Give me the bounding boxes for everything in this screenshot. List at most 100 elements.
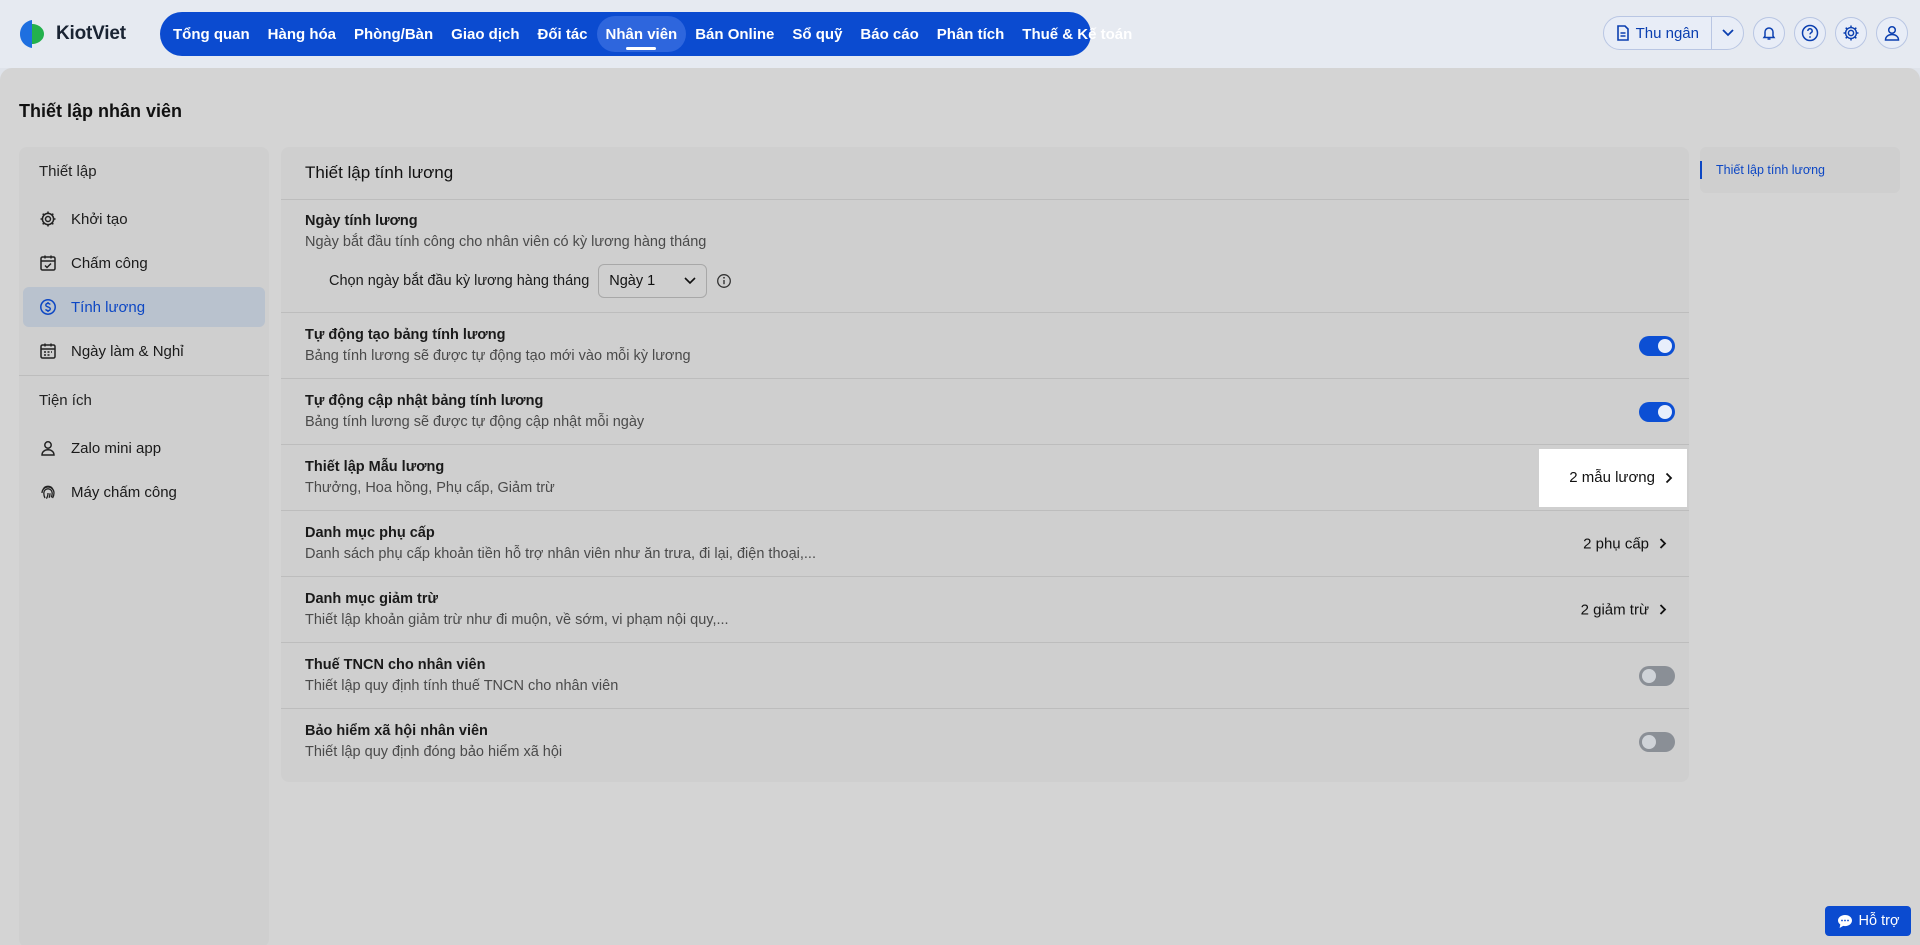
notifications-button[interactable] [1753, 17, 1785, 49]
row-title: Tự động cập nhật bảng tính lương [305, 393, 544, 409]
row-desc: Thưởng, Hoa hồng, Phụ cấp, Giảm trừ [305, 480, 555, 496]
auto-create-toggle[interactable] [1639, 335, 1675, 356]
cashier-button[interactable]: Thu ngân [1604, 17, 1711, 49]
page-title: Thiết lập nhân viên [19, 101, 183, 121]
row-desc: Thiết lập quy định tính thuế TNCN cho nh… [305, 678, 619, 694]
pay-date-select[interactable]: Ngày 1 [598, 264, 708, 298]
select-value: Ngày 1 [609, 273, 656, 289]
sidebar-item-label: Máy chấm công [71, 483, 177, 501]
info-icon[interactable] [716, 273, 732, 289]
row-desc: Ngày bắt đầu tính công cho nhân viên có … [305, 234, 707, 250]
nav-item-phong-ban[interactable]: Phòng/Bàn [345, 16, 442, 52]
social-insurance-toggle[interactable] [1639, 732, 1675, 752]
settings-row-ngay-tinh-luong: Ngày tính lương Ngày bắt đầu tính công c… [281, 200, 1689, 313]
settings-row-income-tax: Thuế TNCN cho nhân viên Thiết lập quy đị… [281, 643, 1689, 709]
cashier-label: Thu ngân [1635, 24, 1699, 42]
settings-row-auto-update: Tự động cập nhật bảng tính lương Bảng tí… [281, 379, 1689, 445]
sidebar-item-label: Tính lương [71, 298, 146, 316]
support-button[interactable]: Hỗ trợ [1825, 906, 1911, 936]
row-desc: Danh sách phụ cấp khoản tiền hỗ trợ nhân… [305, 546, 816, 562]
chevron-right-icon [1659, 538, 1667, 550]
nav-item-thue-ke-toan[interactable]: Thuế & Kế toán [1013, 16, 1141, 52]
row-title: Thiết lập Mẫu lương [305, 459, 445, 475]
row-control [1639, 732, 1675, 752]
help-button[interactable] [1794, 17, 1826, 49]
row-title: Thuế TNCN cho nhân viên [305, 657, 486, 673]
link-label: 2 mẫu lương [1569, 469, 1655, 486]
cashier-dropdown-button[interactable] [1711, 17, 1743, 49]
row-title: Ngày tính lương [305, 213, 418, 229]
sidebar-section-thiet-lap: Thiết lập [39, 162, 97, 180]
nav-item-tong-quan[interactable]: Tổng quan [164, 16, 259, 52]
logo-text: KiotViet [56, 23, 126, 44]
document-icon [1616, 25, 1630, 41]
sidebar-item-label: Ngày làm & Nghỉ [71, 342, 184, 360]
nav-item-phan-tich[interactable]: Phân tích [928, 16, 1014, 52]
header-tools: Thu ngân [1602, 16, 1908, 50]
person-icon [39, 439, 57, 457]
row-title: Bảo hiểm xã hội nhân viên [305, 723, 488, 739]
allowances-link[interactable]: 2 phụ cấp [1575, 535, 1675, 552]
sidebar-section-tien-ich: Tiện ích [39, 391, 92, 409]
row-control [1639, 665, 1675, 686]
link-label: 2 giảm trừ [1580, 601, 1649, 618]
row-desc: Bảng tính lương sẽ được tự động cập nhật… [305, 414, 645, 430]
bell-icon [1761, 25, 1777, 41]
top-bar: KiotViet Tổng quan Hàng hóa Phòng/Bàn Gi… [0, 0, 1920, 68]
nav-item-hang-hoa[interactable]: Hàng hóa [259, 16, 345, 52]
settings-row-allowances: Danh mục phụ cấp Danh sách phụ cấp khoản… [281, 511, 1689, 577]
sidebar-item-tinh-luong[interactable]: Tính lương [23, 287, 265, 327]
payroll-settings-panel: Thiết lập tính lương Ngày tính lương Ngà… [281, 147, 1689, 782]
income-tax-toggle[interactable] [1639, 665, 1675, 686]
nav-item-doi-tac[interactable]: Đối tác [529, 16, 597, 52]
row-title: Tự động tạo bảng tính lương [305, 327, 506, 343]
row-desc: Thiết lập khoản giảm trừ như đi muộn, về… [305, 612, 729, 628]
settings-sidebar: Thiết lập Khởi tạo Chấm công Tính lương … [19, 147, 269, 945]
deductions-link[interactable]: 2 giảm trừ [1573, 601, 1675, 618]
row-desc: Thiết lập quy định đóng bảo hiểm xã hội [305, 744, 563, 760]
sidebar-item-label: Khởi tạo [71, 210, 128, 228]
anchor-thiet-lap-tinh-luong[interactable]: Thiết lập tính lương [1700, 161, 1825, 179]
support-label: Hỗ trợ [1858, 913, 1900, 929]
salary-templates-link[interactable]: 2 mẫu lương [1539, 448, 1687, 507]
row-title: Danh mục giảm trừ [305, 591, 438, 607]
section-anchor-nav: Thiết lập tính lương [1700, 147, 1900, 193]
help-icon [1801, 24, 1819, 42]
settings-button[interactable] [1835, 17, 1867, 49]
select-label: Chọn ngày bắt đầu kỳ lương hàng tháng [329, 273, 590, 289]
fingerprint-icon [39, 483, 57, 501]
settings-row-auto-create: Tự động tạo bảng tính lương Bảng tính lư… [281, 313, 1689, 379]
kiotviet-logo-icon [16, 18, 48, 50]
chat-icon [1837, 914, 1853, 929]
link-label: 2 phụ cấp [1583, 535, 1649, 552]
chevron-down-icon [1721, 29, 1734, 37]
nav-item-so-quy[interactable]: Sổ quỹ [783, 16, 851, 52]
sidebar-item-may-cham-cong[interactable]: Máy chấm công [23, 472, 265, 512]
chevron-right-icon [1665, 472, 1673, 484]
row-desc: Bảng tính lương sẽ được tự động tạo mới … [305, 348, 691, 364]
nav-item-bao-cao[interactable]: Báo cáo [851, 16, 927, 52]
gear-icon [1842, 24, 1860, 42]
sidebar-item-zalo-mini-app[interactable]: Zalo mini app [23, 428, 265, 468]
account-button[interactable] [1876, 17, 1908, 49]
calendar-check-icon [39, 254, 57, 272]
settings-row-deductions: Danh mục giảm trừ Thiết lập khoản giảm t… [281, 577, 1689, 643]
logo[interactable]: KiotViet [16, 18, 126, 50]
settings-row-social-insurance: Bảo hiểm xã hội nhân viên Thiết lập quy … [281, 709, 1689, 775]
gear-icon [39, 210, 57, 228]
sidebar-item-khoi-tao[interactable]: Khởi tạo [23, 199, 265, 239]
auto-update-toggle[interactable] [1639, 401, 1675, 422]
nav-item-giao-dich[interactable]: Giao dịch [442, 16, 528, 52]
sidebar-item-label: Chấm công [71, 254, 148, 272]
row-control [1639, 401, 1675, 422]
nav-item-nhan-vien[interactable]: Nhân viên [596, 16, 687, 52]
sidebar-item-label: Zalo mini app [71, 439, 162, 457]
sidebar-item-ngay-lam-nghi[interactable]: Ngày làm & Nghỉ [23, 331, 265, 371]
sidebar-item-cham-cong[interactable]: Chấm công [23, 243, 265, 283]
user-icon [1883, 24, 1901, 42]
main-nav: Tổng quan Hàng hóa Phòng/Bàn Giao dịch Đ… [160, 12, 1132, 56]
calendar-icon [39, 342, 57, 360]
nav-item-ban-online[interactable]: Bán Online [686, 16, 783, 52]
pay-date-select-row: Chọn ngày bắt đầu kỳ lương hàng tháng Ng… [305, 264, 1665, 298]
row-title: Danh mục phụ cấp [305, 525, 435, 541]
